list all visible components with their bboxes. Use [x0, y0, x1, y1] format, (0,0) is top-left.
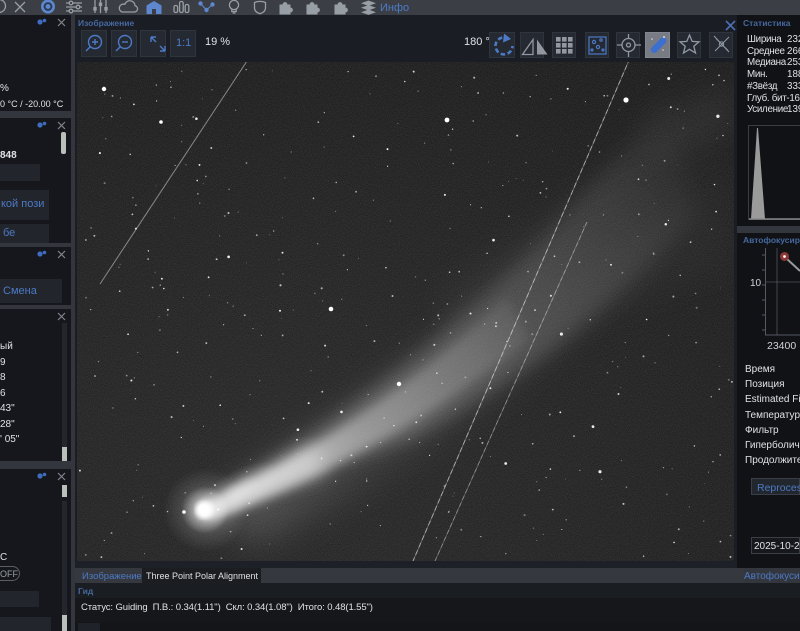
svg-text:23400: 23400 [767, 340, 796, 352]
svg-text:10: 10 [750, 278, 762, 289]
